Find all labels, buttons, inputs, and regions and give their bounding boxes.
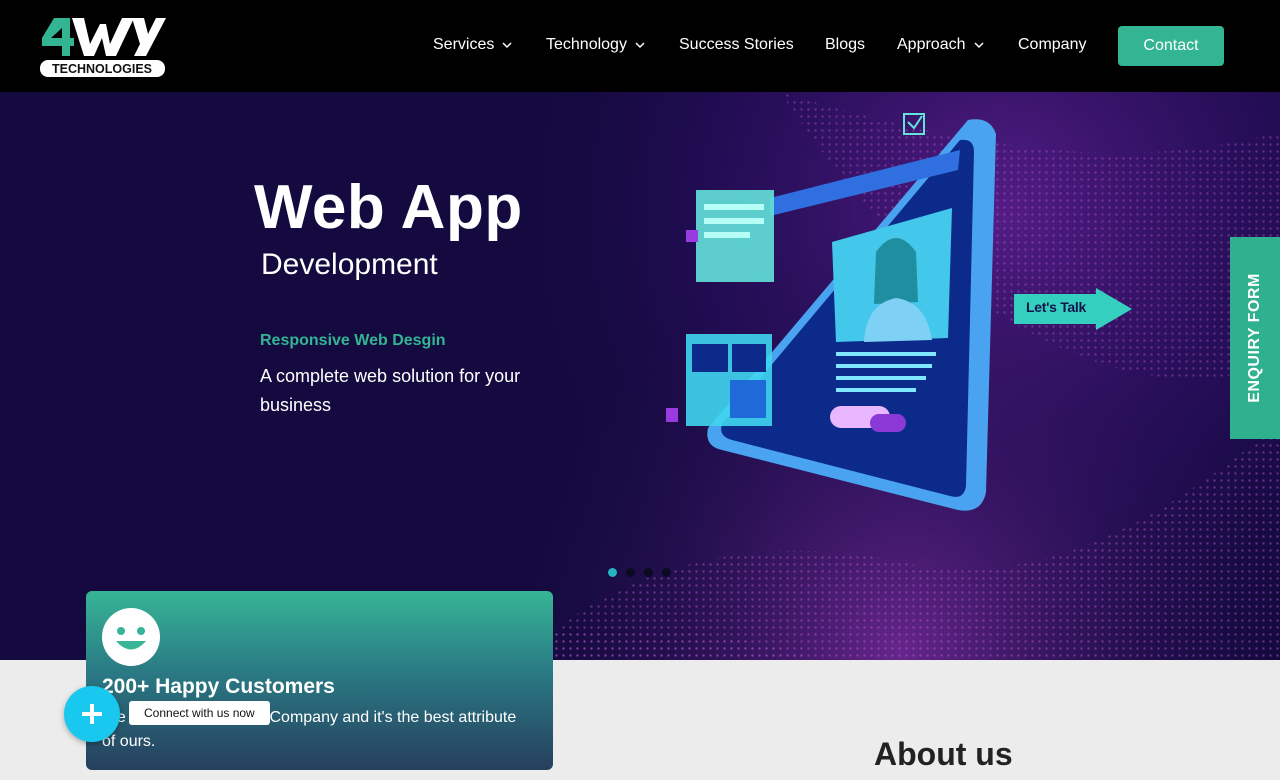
lets-talk-button[interactable]: Let's Talk xyxy=(1014,288,1132,330)
nav-label: Technology xyxy=(546,36,627,53)
nav-label: Company xyxy=(1018,36,1087,53)
nav-company[interactable]: Company xyxy=(1018,36,1086,54)
card-title: 200+ Happy Customers xyxy=(102,675,335,698)
nav-technology[interactable]: Technology xyxy=(546,36,645,54)
enquiry-form-label: ENQUIRY FORM xyxy=(1246,273,1263,403)
chat-tooltip: Connect with us now xyxy=(129,701,270,725)
slider-dot-4[interactable] xyxy=(662,568,671,577)
chevron-down-icon xyxy=(973,42,984,49)
hero-description: A complete web solution for your busines… xyxy=(260,366,521,415)
nav-success-stories[interactable]: Success Stories xyxy=(679,36,794,54)
logo-text: TECHNOLOGIES xyxy=(52,62,152,76)
plus-icon xyxy=(82,704,102,724)
hero-title: Web App xyxy=(254,173,523,242)
smile-icon xyxy=(102,608,160,666)
logo[interactable]: TECHNOLOGIES xyxy=(40,16,166,78)
chevron-down-icon xyxy=(502,42,512,49)
nav-label: Approach xyxy=(897,36,966,53)
chat-fab-button[interactable] xyxy=(64,686,120,742)
slider-dot-1[interactable] xyxy=(608,568,617,577)
slider-dot-2[interactable] xyxy=(626,568,635,577)
nav-approach[interactable]: Approach xyxy=(897,36,984,54)
nav-label: Success Stories xyxy=(679,36,794,53)
hero-tagline: Responsive Web Desgin xyxy=(260,332,446,349)
contact-button[interactable]: Contact xyxy=(1118,26,1224,66)
lets-talk-label: Let's Talk xyxy=(1026,299,1086,315)
hero-banner: Web App Development Responsive Web Desgi… xyxy=(0,92,1280,660)
slider-dots xyxy=(608,568,671,577)
enquiry-form-tab[interactable]: ENQUIRY FORM xyxy=(1230,237,1280,439)
chevron-down-icon xyxy=(635,42,645,49)
nav-label: Blogs xyxy=(825,36,866,53)
nav-label: Services xyxy=(433,36,495,53)
web-app-illustration xyxy=(666,113,996,511)
site-header: TECHNOLOGIES Services Technology Success… xyxy=(0,0,1280,92)
slider-dot-3[interactable] xyxy=(644,568,653,577)
about-title: About us xyxy=(874,736,1013,772)
nav-blogs[interactable]: Blogs xyxy=(825,36,865,54)
nav-services[interactable]: Services xyxy=(433,36,512,54)
happy-customers-card: 200+ Happy Customers Wetric Company and … xyxy=(86,591,553,770)
hero-subtitle: Development xyxy=(261,248,438,281)
